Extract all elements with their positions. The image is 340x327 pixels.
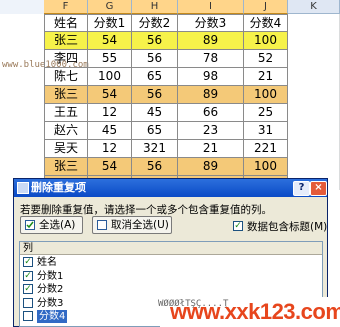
table-row: 陈七 100 65 98 21: [0, 68, 340, 86]
dialog-titlebar[interactable]: 删除重复项 ? ×: [14, 179, 327, 197]
help-button[interactable]: ?: [293, 181, 310, 196]
row-header-stub: [0, 0, 44, 14]
item-label: 分数1: [37, 270, 64, 282]
column-header-f[interactable]: F: [44, 0, 88, 14]
close-button[interactable]: ×: [310, 181, 327, 196]
table-cell[interactable]: 12: [88, 140, 132, 158]
table-cell[interactable]: 221: [244, 140, 288, 158]
table-cell[interactable]: 66: [178, 104, 244, 122]
select-all-icon: [25, 220, 35, 230]
table-cell[interactable]: 21: [244, 68, 288, 86]
header-cell[interactable]: 分数4: [244, 14, 288, 32]
watermark-url: www.xxk123.com: [170, 299, 340, 324]
table-cell[interactable]: 55: [88, 50, 132, 68]
table-cell[interactable]: 张三: [44, 158, 88, 176]
table-cell[interactable]: 张三: [44, 86, 88, 104]
table-cell[interactable]: 78: [178, 50, 244, 68]
table-cell[interactable]: 321: [132, 140, 178, 158]
table-cell[interactable]: 张三: [44, 32, 88, 50]
dialog-title: 删除重复项: [31, 181, 86, 194]
list-header: 列: [20, 242, 322, 255]
deselect-all-button[interactable]: 取消全选(U): [92, 216, 172, 234]
header-cell[interactable]: 分数3: [178, 14, 244, 32]
item-label: 分数2: [37, 284, 64, 295]
deselect-all-icon: [97, 220, 107, 230]
app-icon: [17, 182, 29, 194]
table-cell[interactable]: 56: [132, 32, 178, 50]
table-row: 王五 12 45 66 25: [0, 104, 340, 122]
spreadsheet: F G H I J K www.blue1000.com 姓名 分数1 分数2 分数3…: [0, 0, 340, 194]
table-cell[interactable]: 25: [244, 104, 288, 122]
table-cell[interactable]: 45: [88, 122, 132, 140]
list-item[interactable]: ✓ 分数1: [20, 270, 322, 283]
table-cell[interactable]: 100: [244, 32, 288, 50]
column-header-g[interactable]: G: [88, 0, 132, 14]
table-cell[interactable]: 89: [178, 158, 244, 176]
table-cell[interactable]: 吴天: [44, 140, 88, 158]
item-label: 分数4: [37, 310, 68, 323]
table-cell[interactable]: 65: [132, 122, 178, 140]
column-header-h[interactable]: H: [132, 0, 178, 14]
table-cell[interactable]: 100: [88, 68, 132, 86]
table-cell[interactable]: 100: [244, 86, 288, 104]
table-cell[interactable]: 98: [178, 68, 244, 86]
column-header-i[interactable]: I: [178, 0, 244, 14]
item-checkbox[interactable]: [23, 297, 33, 308]
table-row: 吴天 12 321 21 221: [0, 140, 340, 158]
header-checkbox[interactable]: ✓: [233, 221, 243, 231]
select-all-button[interactable]: 全选(A): [20, 216, 83, 234]
table-row: 张三 54 56 89 100: [0, 158, 340, 176]
table-cell[interactable]: 54: [88, 158, 132, 176]
table-cell[interactable]: 31: [244, 122, 288, 140]
bottom-watermark: WØØØłTŞÇ....Ţ www.xxk123.com: [158, 297, 340, 327]
select-all-label: 全选(A): [39, 219, 76, 231]
header-row: 姓名 分数1 分数2 分数3 分数4: [0, 14, 340, 32]
column-header-k[interactable]: K: [288, 0, 340, 14]
table-cell[interactable]: 56: [132, 86, 178, 104]
table-cell[interactable]: 23: [178, 122, 244, 140]
item-checkbox[interactable]: ✓: [23, 257, 33, 267]
table-cell[interactable]: 56: [132, 158, 178, 176]
header-checkbox-label: 数据包含标题(M): [247, 221, 328, 233]
item-checkbox[interactable]: ✓: [23, 284, 33, 294]
table-row: 赵六 45 65 23 31: [0, 122, 340, 140]
deselect-all-label: 取消全选(U): [111, 219, 169, 231]
table-row: 李四 55 56 78 52: [0, 50, 340, 68]
item-checkbox[interactable]: ✓: [23, 270, 33, 281]
column-header-j[interactable]: J: [244, 0, 288, 14]
table-cell[interactable]: 100: [244, 158, 288, 176]
table-cell[interactable]: 陈七: [44, 68, 88, 86]
table-cell[interactable]: 12: [88, 104, 132, 122]
table-cell[interactable]: 45: [132, 104, 178, 122]
table-cell[interactable]: 56: [132, 50, 178, 68]
table-cell[interactable]: 21: [178, 140, 244, 158]
item-label: 姓名: [37, 257, 57, 268]
header-cell[interactable]: 分数1: [88, 14, 132, 32]
header-cell[interactable]: 分数2: [132, 14, 178, 32]
table-cell[interactable]: 54: [88, 32, 132, 50]
table-cell[interactable]: 54: [88, 86, 132, 104]
table-cell[interactable]: 王五: [44, 104, 88, 122]
table-cell[interactable]: 89: [178, 32, 244, 50]
table-row: 张三 54 56 89 100: [0, 32, 340, 50]
table-row: 张三 54 56 89 100: [0, 86, 340, 104]
list-item[interactable]: ✓ 分数2: [20, 283, 322, 296]
table-cell[interactable]: 65: [132, 68, 178, 86]
list-item[interactable]: ✓ 姓名: [20, 256, 322, 269]
instruction-text: 若要删除重复值，请选择一个或多个包含重复值的列。: [20, 204, 272, 216]
table-cell[interactable]: 李四: [44, 50, 88, 68]
table-cell[interactable]: 89: [178, 86, 244, 104]
table-cell[interactable]: 赵六: [44, 122, 88, 140]
table-cell[interactable]: 52: [244, 50, 288, 68]
item-label: 分数3: [37, 297, 64, 309]
header-cell[interactable]: 姓名: [44, 14, 88, 32]
item-checkbox[interactable]: [23, 311, 33, 321]
